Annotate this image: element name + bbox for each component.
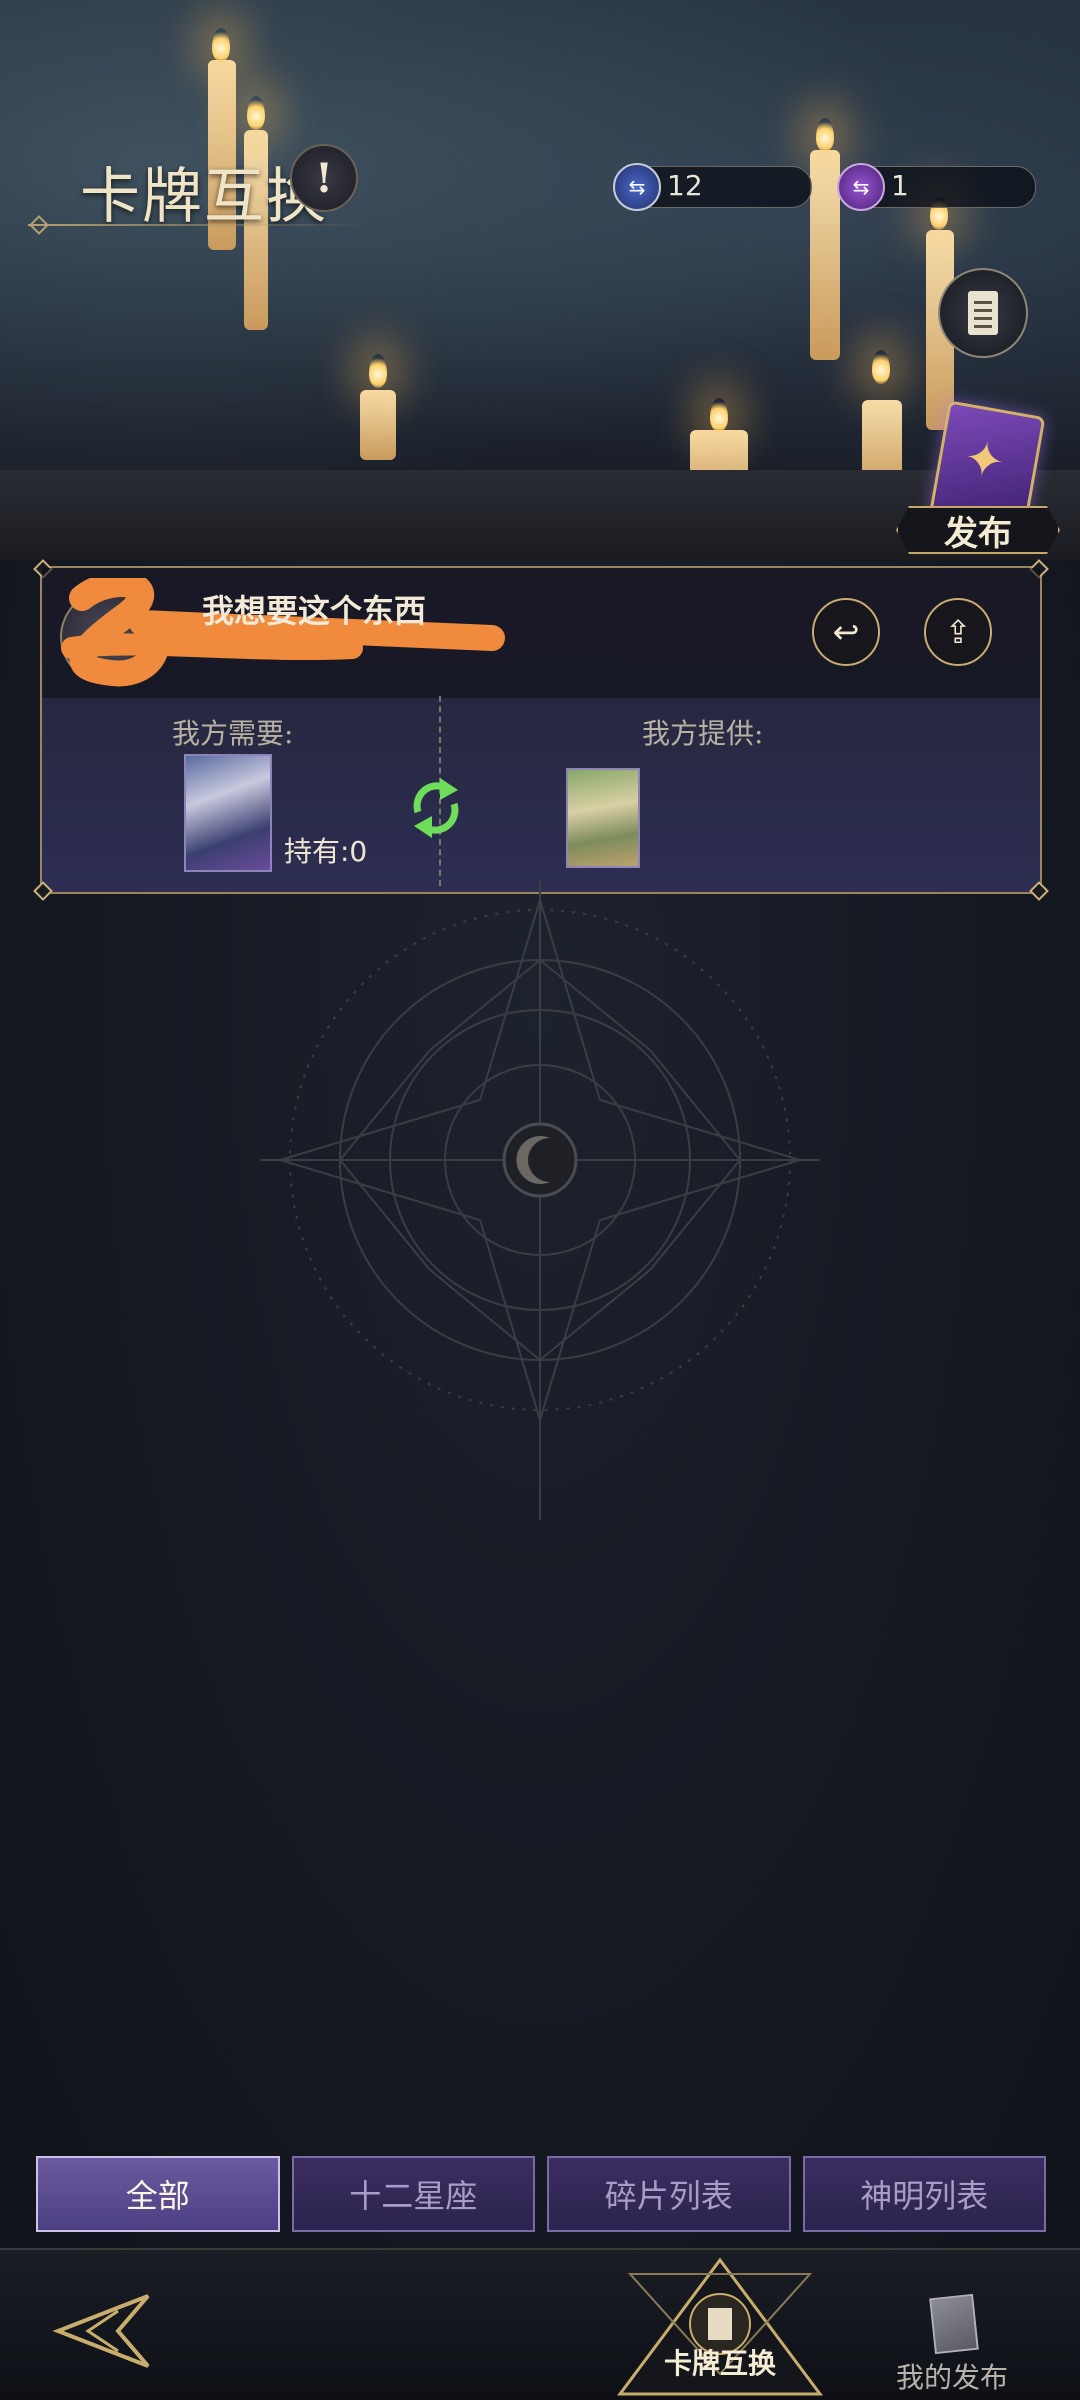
trade-listing-card[interactable]: 我想要这个东西 ↩ ⇪ 我方需要: 我方提供: 持有:0 (33, 559, 1049, 901)
nav-my-publish-label[interactable]: 我的发布 (896, 2356, 1008, 2396)
offered-card-image[interactable] (566, 768, 640, 868)
offer-label: 我方提供: (642, 717, 764, 750)
trade-note: 我想要这个东西 (202, 592, 427, 630)
category-tabs: 全部 十二星座 碎片列表 神明列表 (36, 2156, 1046, 2232)
title-underline (28, 224, 368, 226)
back-arrow-icon[interactable] (48, 2286, 158, 2376)
currency-purple[interactable]: ⇆ 1 (837, 163, 1036, 211)
my-publish-icon[interactable] (929, 2293, 979, 2355)
tab-fragments[interactable]: 碎片列表 (547, 2156, 791, 2232)
nav-card-exchange-label[interactable]: 卡牌互换 (650, 2342, 790, 2382)
candle-flame (369, 354, 387, 388)
record-list-icon (968, 291, 998, 335)
currency-blue-value: 12 (667, 169, 703, 202)
currency-purple-value: 1 (891, 169, 909, 202)
page-title: 卡牌互换 (80, 162, 328, 232)
currency-blue[interactable]: ⇆ 12 (613, 163, 812, 211)
return-arrow-icon[interactable]: ↩ (812, 598, 880, 666)
share-icon[interactable]: ⇪ (924, 598, 992, 666)
exchange-ticket-purple-icon: ⇆ (837, 163, 885, 211)
tab-zodiac[interactable]: 十二星座 (291, 2156, 535, 2232)
zodiac-emblem (260, 880, 820, 1520)
tab-deities[interactable]: 神明列表 (802, 2156, 1046, 2232)
hold-count: 持有:0 (284, 835, 368, 868)
record-list-button[interactable] (938, 268, 1028, 358)
candle-flame (816, 118, 834, 152)
tab-all[interactable]: 全部 (36, 2156, 280, 2232)
exchange-ticket-blue-icon: ⇆ (613, 163, 661, 211)
publish-button[interactable]: 发布 (896, 506, 1060, 554)
exclamation-icon[interactable]: ! (290, 144, 358, 212)
need-label: 我方需要: (172, 717, 294, 750)
candle-flame (872, 350, 890, 384)
swap-arrows-icon (413, 778, 459, 838)
candle-flame (710, 398, 728, 432)
candle (360, 390, 396, 460)
needed-card-image[interactable] (184, 754, 272, 872)
candle-flame (247, 96, 265, 130)
candle (810, 150, 840, 360)
candle-background (0, 0, 1080, 560)
candle-flame (212, 28, 230, 62)
